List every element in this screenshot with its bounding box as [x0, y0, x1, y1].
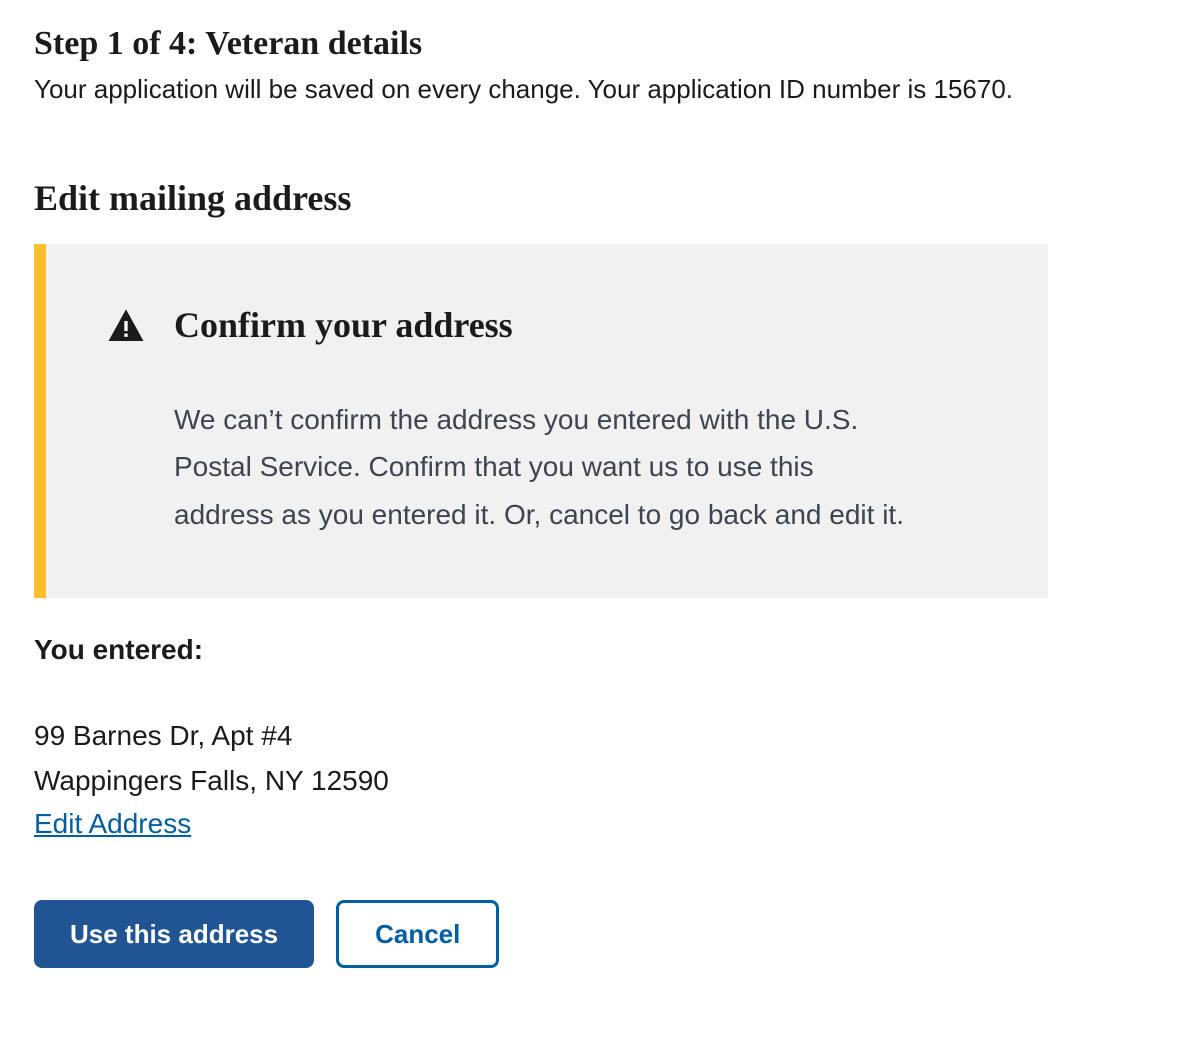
alert-title: Confirm your address [174, 304, 513, 347]
save-note: Your application will be saved on every … [34, 71, 1152, 107]
button-row: Use this address Cancel [34, 900, 1152, 968]
alert-body: We can’t confirm the address you entered… [174, 396, 914, 539]
entered-address: 99 Barnes Dr, Apt #4 Wappingers Falls, N… [34, 714, 1152, 840]
section-heading: Edit mailing address [34, 177, 1152, 220]
address-line-2: Wappingers Falls, NY 12590 [34, 759, 1152, 804]
cancel-button[interactable]: Cancel [336, 900, 499, 968]
you-entered-label: You entered: [34, 634, 1152, 666]
address-line-1: 99 Barnes Dr, Apt #4 [34, 714, 1152, 759]
step-heading: Step 1 of 4: Veteran details [34, 24, 1152, 65]
use-this-address-button[interactable]: Use this address [34, 900, 314, 968]
alert-warning: Confirm your address We can’t confirm th… [34, 244, 1048, 598]
edit-address-link[interactable]: Edit Address [34, 808, 191, 840]
alert-header: Confirm your address [106, 304, 974, 347]
warning-icon [106, 306, 146, 346]
